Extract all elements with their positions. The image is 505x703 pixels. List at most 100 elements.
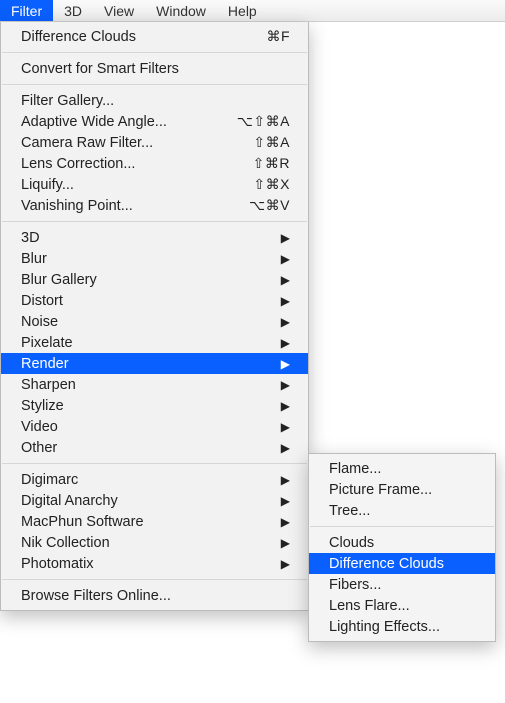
submenu-arrow-icon: ▶ bbox=[281, 295, 290, 307]
submenu-item-label: Flame... bbox=[329, 461, 479, 477]
menubar-item-label: Help bbox=[228, 3, 257, 19]
submenu-item-label: Clouds bbox=[329, 535, 479, 551]
filter-dropdown-menu: Difference Clouds ⌘F Convert for Smart Fil… bbox=[0, 22, 309, 611]
menu-item-filter-gallery[interactable]: Filter Gallery... bbox=[1, 90, 308, 111]
menu-separator bbox=[2, 463, 307, 464]
submenu-item-clouds[interactable]: Clouds bbox=[309, 532, 495, 553]
submenu-arrow-icon: ▶ bbox=[281, 516, 290, 528]
menu-item-label: 3D bbox=[21, 230, 269, 246]
submenu-item-label: Tree... bbox=[329, 503, 479, 519]
menu-item-adaptive-wide-angle[interactable]: Adaptive Wide Angle... ⌥⇧⌘A bbox=[1, 111, 308, 132]
menu-item-label: Stylize bbox=[21, 398, 269, 414]
submenu-arrow-icon: ▶ bbox=[281, 274, 290, 286]
menu-item-lens-correction[interactable]: Lens Correction... ⇧⌘R bbox=[1, 153, 308, 174]
menu-item-label: Blur Gallery bbox=[21, 272, 269, 288]
menu-item-other[interactable]: Other ▶ bbox=[1, 437, 308, 458]
submenu-item-label: Fibers... bbox=[329, 577, 479, 593]
menu-separator bbox=[2, 221, 307, 222]
menu-item-shortcut: ⇧⌘X bbox=[253, 176, 290, 193]
submenu-item-label: Picture Frame... bbox=[329, 482, 479, 498]
menu-item-convert-for-smart-filters[interactable]: Convert for Smart Filters bbox=[1, 58, 308, 79]
menu-item-blur-gallery[interactable]: Blur Gallery ▶ bbox=[1, 269, 308, 290]
menu-item-label: Blur bbox=[21, 251, 269, 267]
menubar-item-help[interactable]: Help bbox=[217, 0, 268, 21]
menu-item-label: Video bbox=[21, 419, 269, 435]
menu-item-blur[interactable]: Blur ▶ bbox=[1, 248, 308, 269]
menu-item-shortcut: ⇧⌘R bbox=[253, 155, 290, 172]
menu-separator bbox=[2, 579, 307, 580]
menu-separator bbox=[310, 526, 494, 527]
menu-item-3d[interactable]: 3D ▶ bbox=[1, 227, 308, 248]
submenu-arrow-icon: ▶ bbox=[281, 232, 290, 244]
menu-item-macphun-software[interactable]: MacPhun Software ▶ bbox=[1, 511, 308, 532]
menu-item-label: Render bbox=[21, 356, 269, 372]
menu-item-browse-filters-online[interactable]: Browse Filters Online... bbox=[1, 585, 308, 606]
menu-item-label: Nik Collection bbox=[21, 535, 269, 551]
menu-item-label: Digital Anarchy bbox=[21, 493, 269, 509]
menu-item-shortcut: ⌥⇧⌘A bbox=[237, 113, 290, 130]
menu-item-video[interactable]: Video ▶ bbox=[1, 416, 308, 437]
submenu-arrow-icon: ▶ bbox=[281, 253, 290, 265]
menu-item-label: MacPhun Software bbox=[21, 514, 269, 530]
submenu-item-label: Difference Clouds bbox=[329, 556, 479, 572]
menu-item-photomatix[interactable]: Photomatix ▶ bbox=[1, 553, 308, 574]
menu-item-shortcut: ⌥⌘V bbox=[249, 197, 290, 214]
menu-item-label: Photomatix bbox=[21, 556, 269, 572]
menu-item-label: Convert for Smart Filters bbox=[21, 61, 290, 77]
menubar-item-label: View bbox=[104, 3, 134, 19]
submenu-arrow-icon: ▶ bbox=[281, 537, 290, 549]
menubar-item-3d[interactable]: 3D bbox=[53, 0, 93, 21]
menu-item-label: Vanishing Point... bbox=[21, 198, 237, 214]
submenu-item-difference-clouds[interactable]: Difference Clouds bbox=[309, 553, 495, 574]
render-submenu: Flame... Picture Frame... Tree... Clouds Dif… bbox=[308, 453, 496, 642]
submenu-arrow-icon: ▶ bbox=[281, 442, 290, 454]
menu-item-render[interactable]: Render ▶ bbox=[1, 353, 308, 374]
menu-item-camera-raw-filter[interactable]: Camera Raw Filter...⇧⌘A bbox=[1, 132, 308, 153]
menu-item-label: Browse Filters Online... bbox=[21, 588, 290, 604]
menu-item-label: Adaptive Wide Angle... bbox=[21, 114, 225, 130]
menu-item-label: Filter Gallery... bbox=[21, 93, 290, 109]
menu-item-label: Difference Clouds bbox=[21, 29, 254, 45]
submenu-item-picture-frame[interactable]: Picture Frame... bbox=[309, 479, 495, 500]
submenu-arrow-icon: ▶ bbox=[281, 400, 290, 412]
submenu-item-lighting-effects[interactable]: Lighting Effects... bbox=[309, 616, 495, 637]
menu-item-label: Other bbox=[21, 440, 269, 456]
submenu-arrow-icon: ▶ bbox=[281, 474, 290, 486]
submenu-item-flame[interactable]: Flame... bbox=[309, 458, 495, 479]
menu-item-vanishing-point[interactable]: Vanishing Point... ⌥⌘V bbox=[1, 195, 308, 216]
submenu-item-tree[interactable]: Tree... bbox=[309, 500, 495, 521]
menu-item-liquify[interactable]: Liquify... ⇧⌘X bbox=[1, 174, 308, 195]
submenu-arrow-icon: ▶ bbox=[281, 316, 290, 328]
submenu-arrow-icon: ▶ bbox=[281, 337, 290, 349]
menu-item-shortcut: ⇧⌘A bbox=[253, 134, 290, 151]
submenu-arrow-icon: ▶ bbox=[281, 421, 290, 433]
menu-item-shortcut: ⌘F bbox=[266, 28, 290, 45]
submenu-arrow-icon: ▶ bbox=[281, 379, 290, 391]
submenu-arrow-icon: ▶ bbox=[281, 495, 290, 507]
submenu-item-label: Lens Flare... bbox=[329, 598, 479, 614]
menu-item-nik-collection[interactable]: Nik Collection ▶ bbox=[1, 532, 308, 553]
menubar-item-view[interactable]: View bbox=[93, 0, 145, 21]
menu-item-label: Liquify... bbox=[21, 177, 241, 193]
menu-item-noise[interactable]: Noise ▶ bbox=[1, 311, 308, 332]
submenu-arrow-icon: ▶ bbox=[281, 358, 290, 370]
menu-item-digimarc[interactable]: Digimarc▶ bbox=[1, 469, 308, 490]
menu-item-label: Noise bbox=[21, 314, 269, 330]
submenu-item-fibers[interactable]: Fibers... bbox=[309, 574, 495, 595]
menu-item-sharpen[interactable]: Sharpen▶ bbox=[1, 374, 308, 395]
menu-item-label: Lens Correction... bbox=[21, 156, 241, 172]
menubar-item-filter[interactable]: Filter bbox=[0, 0, 53, 21]
submenu-arrow-icon: ▶ bbox=[281, 558, 290, 570]
submenu-item-lens-flare[interactable]: Lens Flare... bbox=[309, 595, 495, 616]
menu-separator bbox=[2, 52, 307, 53]
menu-item-label: Pixelate bbox=[21, 335, 269, 351]
menubar-item-window[interactable]: Window bbox=[145, 0, 217, 21]
menu-item-digital-anarchy[interactable]: Digital Anarchy ▶ bbox=[1, 490, 308, 511]
menu-item-pixelate[interactable]: Pixelate ▶ bbox=[1, 332, 308, 353]
menu-item-label: Distort bbox=[21, 293, 269, 309]
menubar-item-label: Filter bbox=[11, 3, 42, 19]
menu-item-distort[interactable]: Distort ▶ bbox=[1, 290, 308, 311]
menubar: Filter 3D View Window Help bbox=[0, 0, 505, 22]
menu-item-stylize[interactable]: Stylize ▶ bbox=[1, 395, 308, 416]
menu-item-difference-clouds[interactable]: Difference Clouds ⌘F bbox=[1, 26, 308, 47]
